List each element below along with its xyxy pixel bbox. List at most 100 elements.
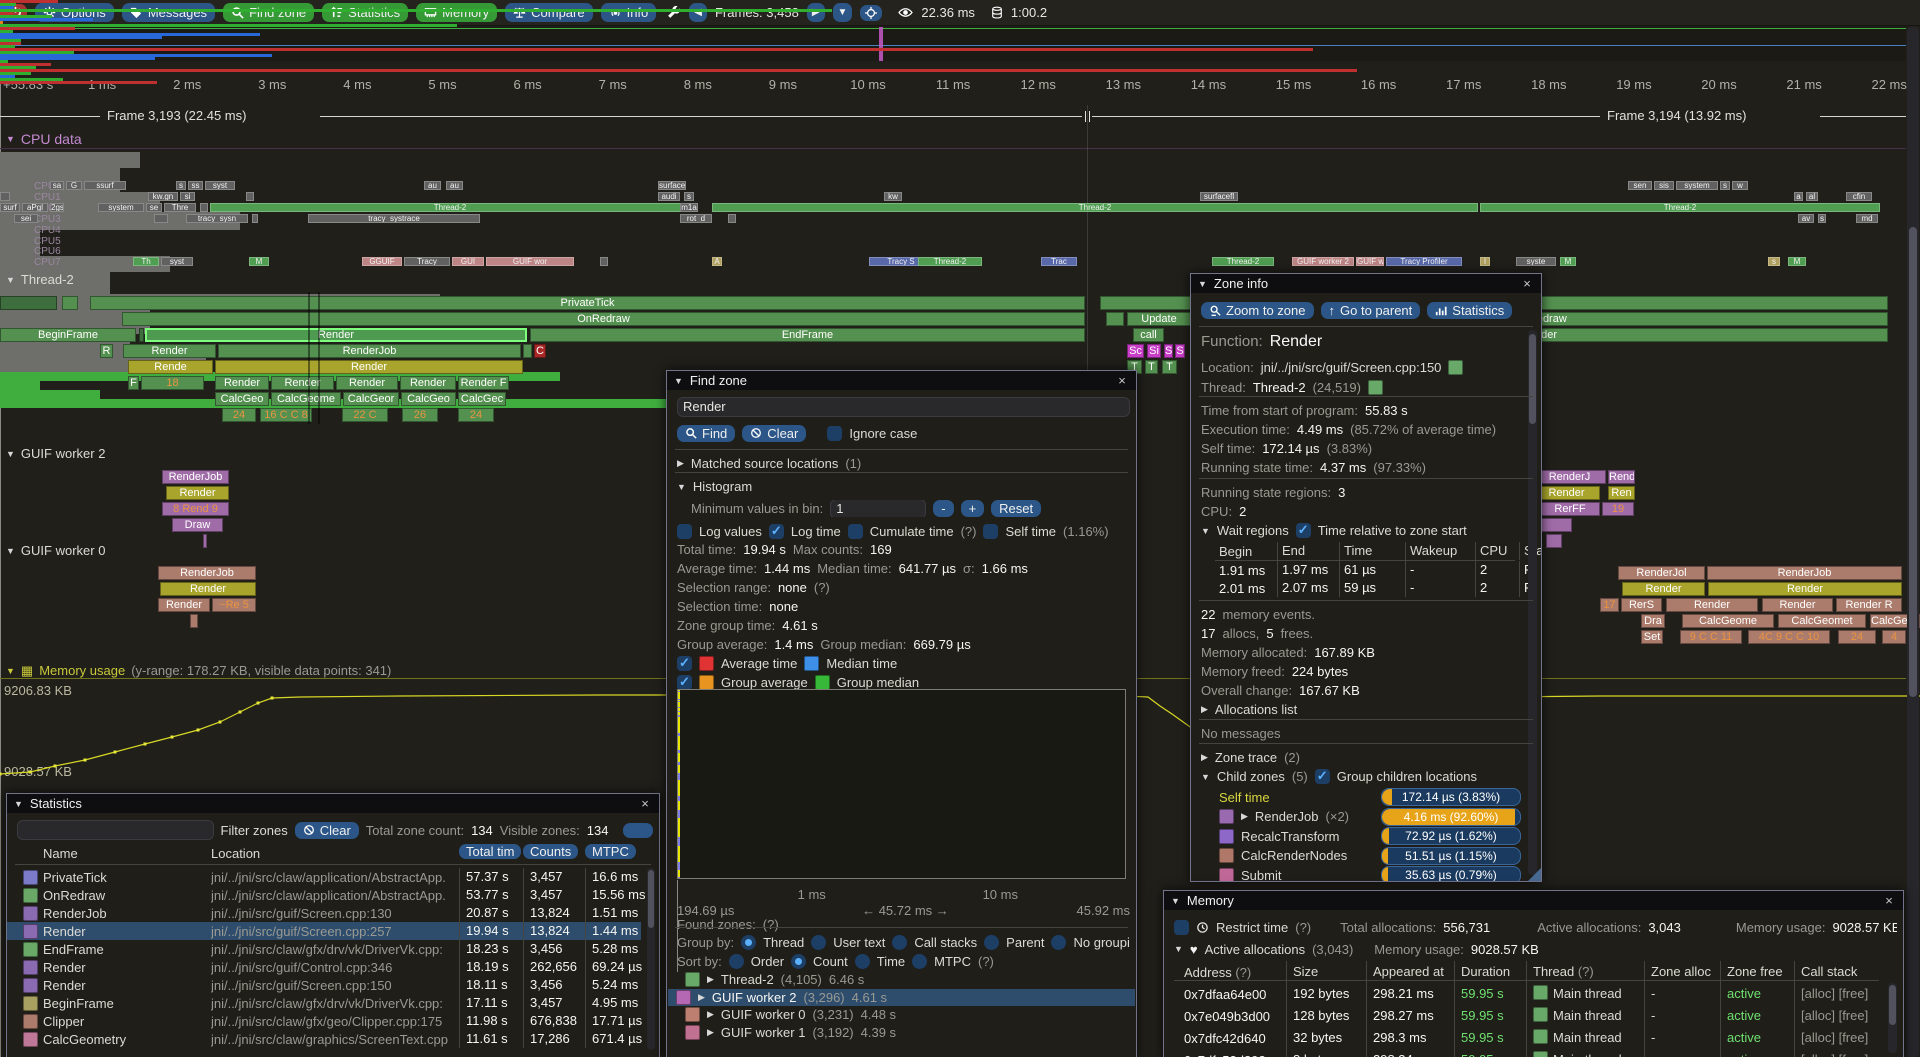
memory-titlebar[interactable]: ▼ Memory ×	[1164, 891, 1903, 910]
child-zone-row[interactable]: RecalcTransform72.92 µs (1.62%)	[1219, 827, 1535, 845]
free-frame-link[interactable]: [free]	[1839, 1008, 1869, 1023]
timeline-scrollbar[interactable]	[1907, 27, 1919, 1057]
child-time-bar[interactable]: 72.92 µs (1.62%)	[1381, 827, 1521, 845]
tree-toggle-icon[interactable]: ▶	[1241, 811, 1248, 822]
help-mark[interactable]: (?)	[1295, 920, 1311, 935]
memory-col-address[interactable]: Address (?)	[1184, 965, 1286, 980]
close-icon[interactable]: ×	[1882, 893, 1896, 908]
table-row[interactable]: Clipperjni/../jni/src/claw/gfx/geo/Clipp…	[7, 1012, 641, 1030]
zone-group-row[interactable]: ▶Thread-2(4,105)6.46 s	[677, 971, 1130, 988]
collapse-icon[interactable]: ▼	[1171, 896, 1180, 906]
checkbox[interactable]	[677, 656, 692, 671]
radio-button[interactable]	[791, 954, 806, 969]
bin-reset-button[interactable]: Reset	[991, 500, 1041, 517]
table-row[interactable]: Renderjni/../jni/src/guif/Control.cpp:34…	[7, 958, 641, 976]
column-name[interactable]: Name	[43, 846, 211, 861]
bin-plus-button[interactable]: +	[961, 500, 985, 517]
radio-button[interactable]	[984, 935, 999, 950]
tree-toggle-icon[interactable]: ▶	[707, 974, 714, 985]
child-zone-row[interactable]: CalcRenderNodes51.51 µs (1.15%)	[1219, 847, 1535, 865]
tree-toggle-icon[interactable]: ▼	[1201, 772, 1210, 782]
allocation-row[interactable]: 0x7dfaa64e00192 bytes298.21 ms59.95 sMai…	[1174, 983, 1879, 1005]
min-bin-input[interactable]: 1	[830, 500, 926, 517]
radio-button[interactable]	[912, 954, 927, 969]
range-span-label[interactable]: ← 45.72 ms →	[862, 903, 949, 918]
child-zone-row[interactable]: Submit35.63 µs (0.79%)	[1219, 866, 1535, 882]
table-row[interactable]: Renderjni/../jni/src/guif/Screen.cpp:150…	[7, 976, 641, 994]
stats-extra-button[interactable]	[623, 823, 653, 838]
find-button[interactable]: Find	[677, 425, 735, 442]
statistics-titlebar[interactable]: ▼ Statistics ×	[7, 794, 659, 813]
tree-toggle-icon[interactable]: ▶	[707, 1009, 714, 1020]
tree-toggle-icon[interactable]: ▶	[707, 1027, 714, 1038]
zone-group-row[interactable]: ▶GUIF worker 2(3,296)4.61 s	[668, 989, 1135, 1006]
free-frame-link[interactable]: [free]	[1839, 986, 1869, 1001]
radio-button[interactable]	[892, 935, 907, 950]
alloc-frame-link[interactable]: [alloc]	[1801, 1030, 1839, 1045]
collapse-icon[interactable]: ▼	[14, 799, 23, 809]
allocation-row[interactable]: 0x7dfc53d8988 bytes298.34 ms59.95 sMain …	[1174, 1049, 1879, 1057]
zone-group-row[interactable]: ▶GUIF worker 0(3,231)4.48 s	[677, 1006, 1130, 1023]
close-icon[interactable]: ×	[1115, 373, 1129, 388]
bin-minus-button[interactable]: -	[933, 500, 953, 517]
zone-group-row[interactable]: ▶GUIF worker 1(3,192)4.39 s	[677, 1024, 1130, 1041]
radio-button[interactable]	[855, 954, 870, 969]
close-icon[interactable]: ×	[638, 796, 652, 811]
wait-region-row[interactable]: 1.91 ms1.97 ms61 µs-2R	[1215, 561, 1515, 579]
table-row[interactable]: BeginFramejni/../jni/src/claw/gfx/drv/vk…	[7, 994, 641, 1012]
filter-zones-input[interactable]	[17, 820, 214, 840]
tree-toggle-icon[interactable]: ▶	[1201, 704, 1208, 715]
column-counts[interactable]: Counts	[523, 844, 578, 859]
alloc-frame-link[interactable]: [alloc]	[1801, 986, 1839, 1001]
go-to-parent-button[interactable]: ↑Go to parent	[1321, 302, 1421, 319]
alloc-frame-link[interactable]: [alloc]	[1801, 1008, 1839, 1023]
help-mark[interactable]: (?)	[1232, 965, 1252, 980]
child-time-bar[interactable]: 172.14 µs (3.83%)	[1381, 788, 1521, 806]
allocation-row[interactable]: 0x7dfc42d64032 bytes298.3 ms59.95 sMain …	[1174, 1027, 1879, 1049]
help-mark[interactable]: (?)	[1574, 964, 1594, 979]
checkbox[interactable]	[677, 675, 692, 690]
checkbox[interactable]	[848, 524, 863, 539]
clear-button[interactable]: Clear	[742, 425, 806, 442]
radio-button[interactable]	[811, 935, 826, 950]
restrict-time-checkbox[interactable]	[1174, 920, 1189, 935]
memory-scrollbar-thumb[interactable]	[1889, 985, 1896, 1025]
collapse-icon[interactable]: ▼	[1198, 279, 1207, 289]
tree-toggle-icon[interactable]: ▶	[1201, 752, 1208, 763]
checkbox[interactable]	[769, 524, 784, 539]
tree-toggle-icon[interactable]: ▼	[677, 482, 686, 492]
radio-button[interactable]	[741, 935, 756, 950]
zone-info-titlebar[interactable]: ▼ Zone info ×	[1191, 274, 1541, 293]
statistics-scrollbar[interactable]	[647, 868, 655, 1050]
find-zone-histogram[interactable]	[677, 689, 1126, 879]
timeline-scrollbar-thumb[interactable]	[1909, 227, 1917, 697]
child-time-bar[interactable]: 35.63 µs (0.79%)	[1381, 866, 1521, 882]
child-time-bar[interactable]: 4.16 ms (92.60%)	[1381, 808, 1521, 826]
radio-button[interactable]	[729, 954, 744, 969]
table-row[interactable]: Renderjni/../jni/src/guif/Screen.cpp:257…	[7, 922, 641, 940]
free-frame-link[interactable]: [free]	[1839, 1052, 1869, 1057]
active-allocations-header[interactable]: ▼ ♥ Active allocations (3,043) Memory us…	[1174, 940, 1897, 958]
zone-search-input[interactable]: Render	[677, 397, 1130, 417]
collapse-icon[interactable]: ▼	[1174, 944, 1183, 954]
alloc-frame-link[interactable]: [alloc]	[1801, 1052, 1839, 1057]
memory-scrollbar[interactable]	[1888, 983, 1897, 1053]
tree-toggle-icon[interactable]: ▼	[1201, 526, 1210, 536]
tree-toggle-icon[interactable]: ▶	[698, 992, 705, 1003]
checkbox[interactable]	[1315, 769, 1330, 784]
checkbox[interactable]	[1296, 523, 1311, 538]
child-zone-row[interactable]: ▶RenderJob(×2)4.16 ms (92.60%)	[1219, 808, 1535, 826]
table-row[interactable]: RenderJobjni/../jni/src/guif/Screen.cpp:…	[7, 904, 641, 922]
zoom-to-zone-button[interactable]: Zoom to zone	[1201, 302, 1314, 319]
wait-region-row[interactable]: 2.01 ms2.07 ms59 µs-2R	[1215, 579, 1515, 597]
checkbox[interactable]	[983, 524, 998, 539]
free-frame-link[interactable]: [free]	[1839, 1030, 1869, 1045]
column-mtpc[interactable]: MTPC	[585, 844, 636, 859]
table-row[interactable]: PrivateTickjni/../jni/src/claw/applicati…	[7, 868, 641, 886]
child-zone-row[interactable]: Self time172.14 µs (3.83%)	[1219, 788, 1535, 806]
statistics-scrollbar-thumb[interactable]	[648, 870, 654, 928]
zone-statistics-button[interactable]: Statistics	[1427, 302, 1512, 319]
column-total-time[interactable]: Total tim	[459, 844, 521, 859]
zone-info-scrollbar-thumb[interactable]	[1529, 334, 1536, 424]
find-zone-titlebar[interactable]: ▼ Find zone ×	[667, 371, 1136, 390]
